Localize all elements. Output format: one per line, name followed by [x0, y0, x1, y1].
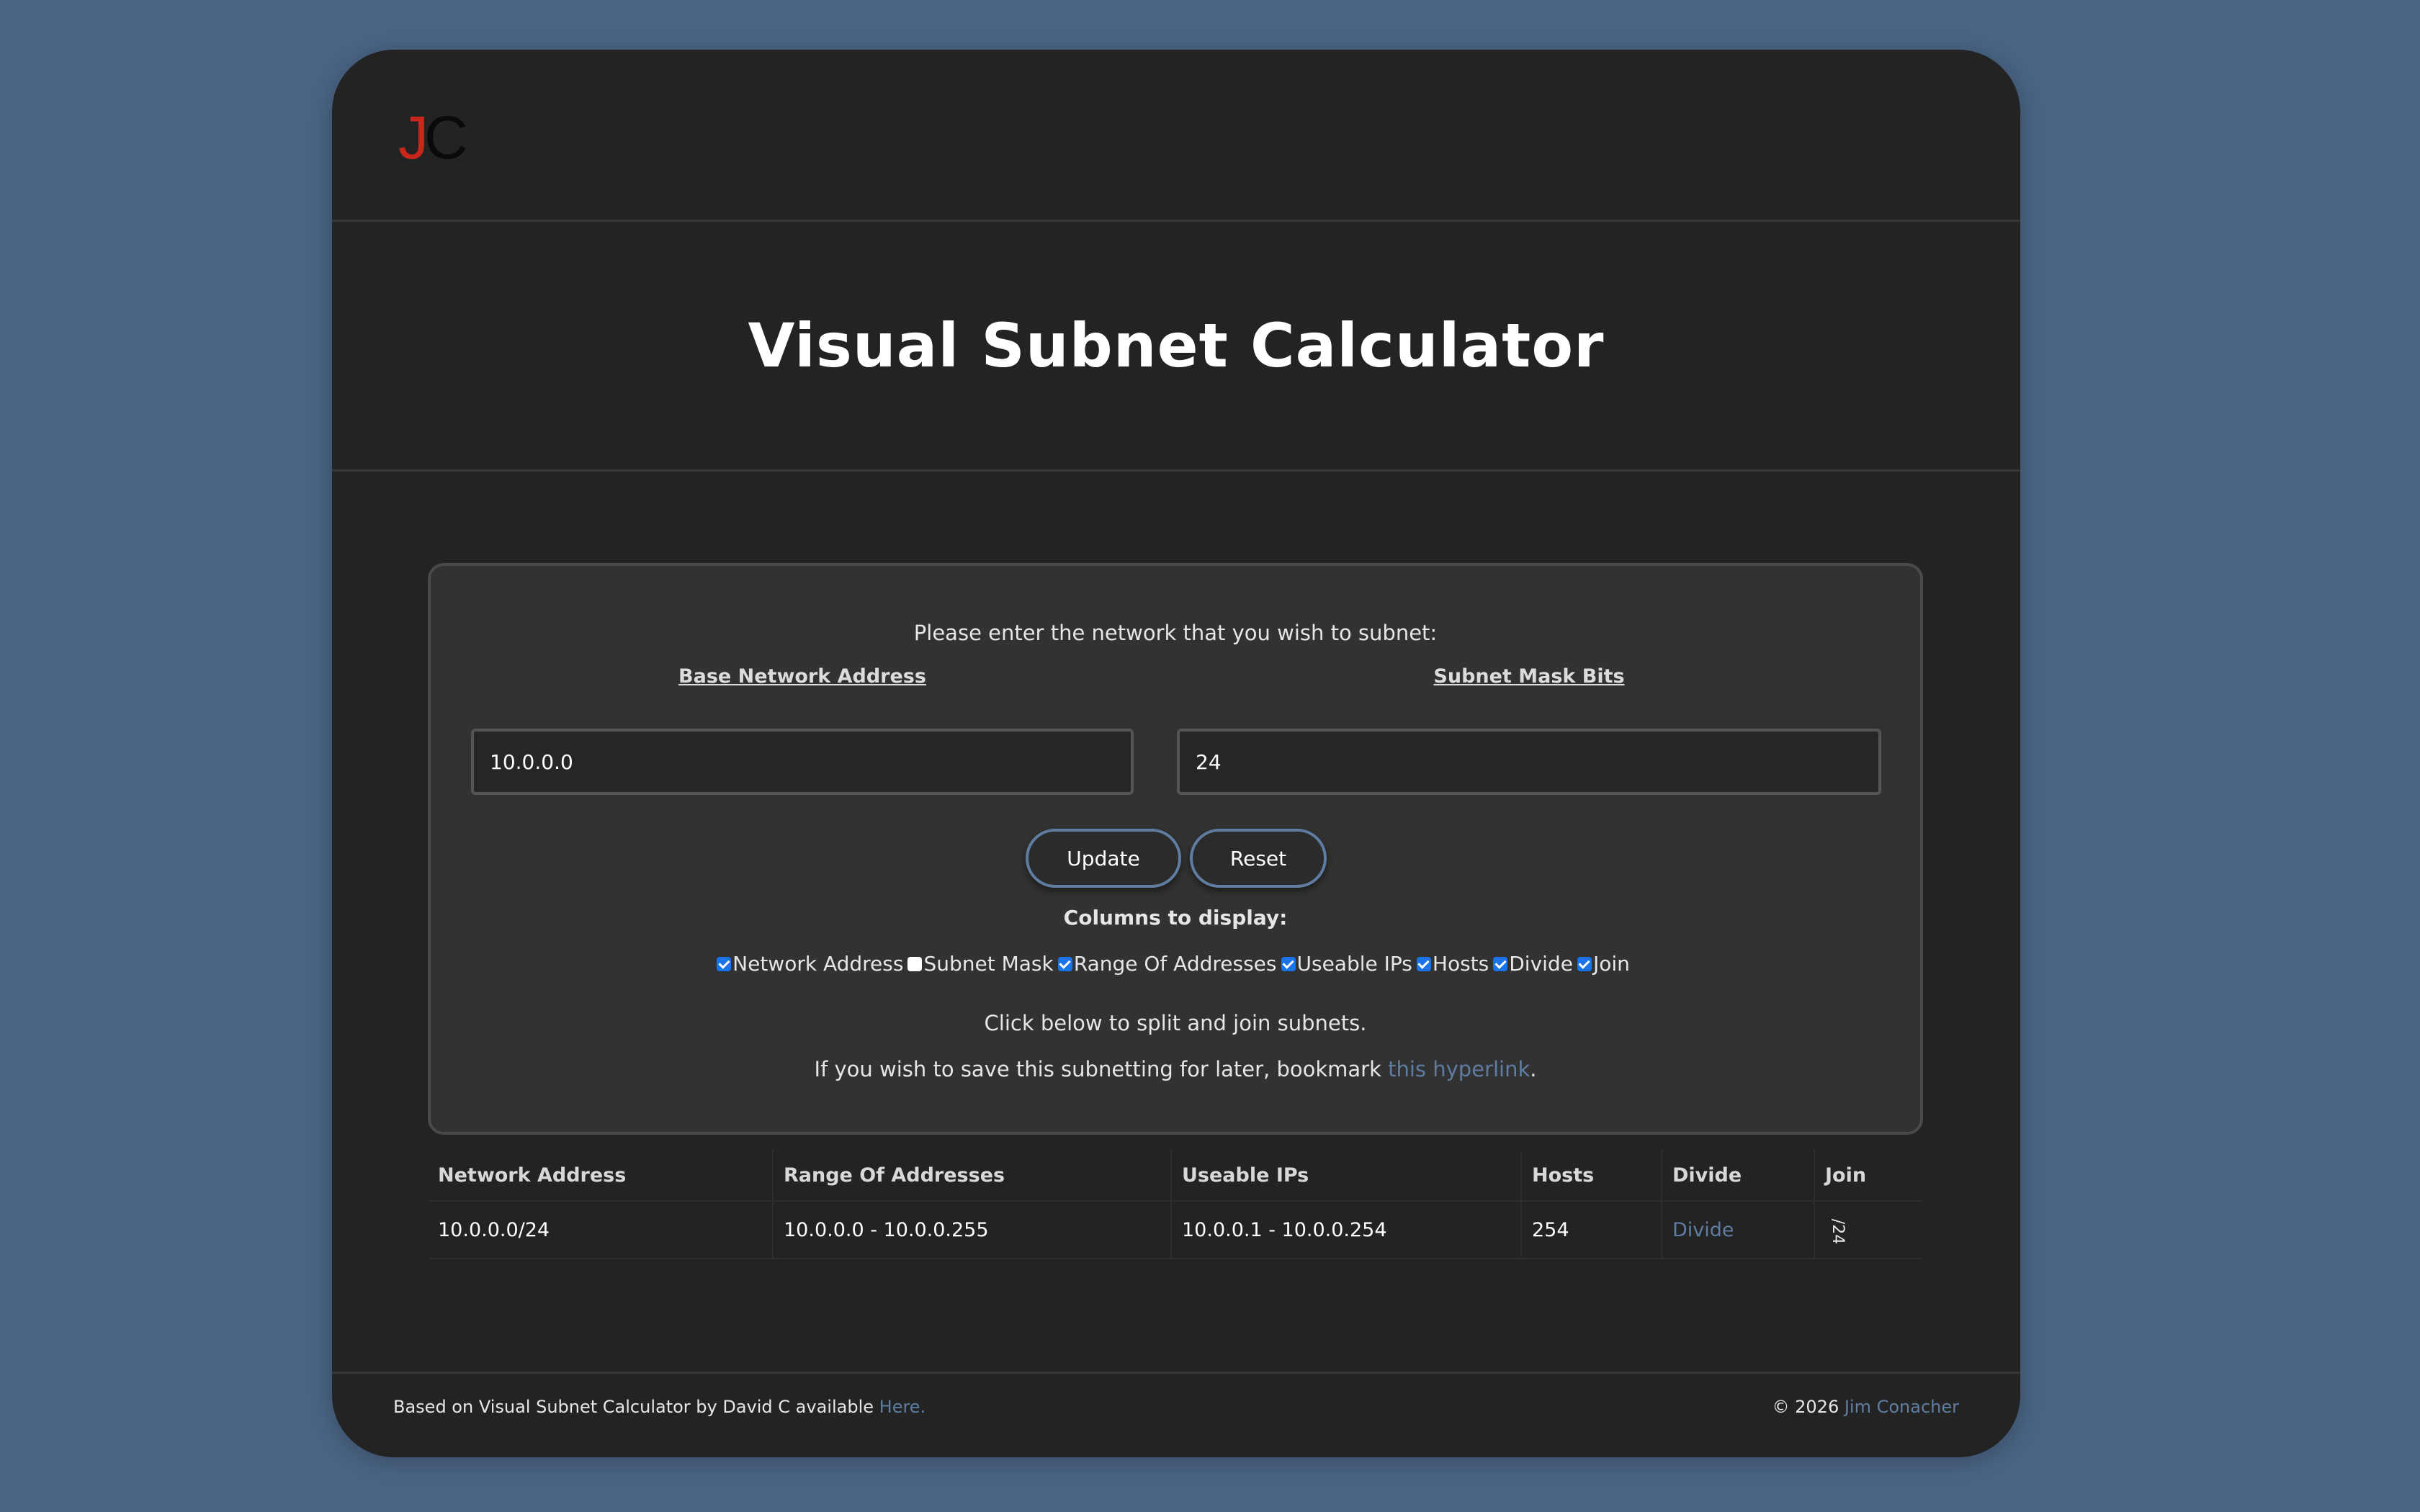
logo-letter-c: C: [424, 104, 468, 171]
bookmark-hyperlink[interactable]: this hyperlink: [1388, 1057, 1530, 1081]
column-toggle-label: Join: [1592, 952, 1630, 976]
subnet-table: Network Address Range Of Addresses Useab…: [428, 1150, 1923, 1259]
update-button[interactable]: Update: [1026, 829, 1181, 888]
split-join-hint: Click below to split and join subnets.: [984, 1011, 1367, 1035]
page-title: Visual Subnet Calculator: [748, 310, 1605, 381]
column-toggle-hosts[interactable]: Hosts: [1416, 952, 1489, 976]
columns-to-display-label: Columns to display:: [1063, 906, 1288, 930]
join-mask-label[interactable]: /24: [1829, 1218, 1847, 1243]
column-toggle-label: Useable IPs: [1296, 952, 1412, 976]
footer-here-link[interactable]: Here.: [879, 1397, 926, 1417]
checkbox[interactable]: [1577, 956, 1592, 971]
subnet-mask-bits-label: Subnet Mask Bits: [1433, 665, 1625, 688]
column-toggle-network-address[interactable]: Network Address: [717, 952, 903, 976]
column-toggle-label: Network Address: [732, 952, 904, 976]
main-card: JC Visual Subnet Calculator Please enter…: [332, 50, 2020, 1457]
column-toggle-range-of-addresses[interactable]: Range Of Addresses: [1057, 952, 1277, 976]
cell-range-of-addresses: 10.0.0.0 - 10.0.0.255: [773, 1201, 1172, 1259]
bookmark-hint-text: If you wish to save this subnetting for …: [814, 1057, 1389, 1081]
cell-useable-ips: 10.0.0.1 - 10.0.0.254: [1171, 1201, 1522, 1259]
header-join: Join: [1814, 1150, 1923, 1202]
checkbox[interactable]: [908, 956, 923, 971]
cell-network-address: 10.0.0.0/24: [428, 1201, 774, 1259]
column-toggle-label: Subnet Mask: [923, 952, 1054, 976]
site-logo[interactable]: JC: [398, 104, 468, 171]
footer-copyright: © 2026 Jim Conacher: [1773, 1397, 1960, 1417]
bookmark-hint-suffix: .: [1530, 1057, 1537, 1081]
footer-author-link[interactable]: Jim Conacher: [1845, 1397, 1959, 1417]
table-row: 10.0.0.0/24 10.0.0.0 - 10.0.0.255 10.0.0…: [428, 1201, 1923, 1259]
site-footer: Based on Visual Subnet Calculator by Dav…: [332, 1372, 2020, 1457]
reset-button[interactable]: Reset: [1190, 829, 1327, 888]
checkbox[interactable]: [1281, 956, 1296, 971]
column-toggle-subnet-mask[interactable]: Subnet Mask: [908, 952, 1054, 976]
logo-letter-j: J: [398, 104, 429, 171]
title-band: Visual Subnet Calculator: [332, 222, 2020, 472]
site-header: JC: [332, 50, 2020, 222]
subnet-mask-bits-input[interactable]: [1177, 729, 1881, 795]
cell-divide: Divide: [1662, 1201, 1815, 1259]
column-toggle-divide[interactable]: Divide: [1493, 952, 1573, 976]
column-toggle-label: Range Of Addresses: [1073, 952, 1277, 976]
footer-credit: Based on Visual Subnet Calculator by Dav…: [393, 1397, 926, 1417]
column-toggle-label: Hosts: [1432, 952, 1489, 976]
table-header-row: Network Address Range Of Addresses Useab…: [428, 1150, 1923, 1202]
header-useable-ips: Useable IPs: [1171, 1150, 1522, 1202]
checkbox[interactable]: [1493, 956, 1508, 971]
checkbox[interactable]: [1416, 956, 1431, 971]
bookmark-hint: If you wish to save this subnetting for …: [431, 1057, 1920, 1081]
base-network-label: Base Network Address: [678, 665, 926, 688]
divide-link[interactable]: Divide: [1672, 1219, 1734, 1241]
column-toggles: Network Address Subnet Mask Range Of Add…: [431, 952, 1920, 976]
checkbox[interactable]: [1057, 956, 1072, 971]
form-prompt: Please enter the network that you wish t…: [913, 621, 1438, 645]
column-toggle-label: Divide: [1509, 952, 1573, 976]
header-divide: Divide: [1662, 1150, 1815, 1202]
footer-credit-text: Based on Visual Subnet Calculator by Dav…: [393, 1397, 879, 1417]
column-toggle-join[interactable]: Join: [1577, 952, 1630, 976]
column-toggle-useable-ips[interactable]: Useable IPs: [1281, 952, 1412, 976]
subnet-form-panel: Please enter the network that you wish t…: [428, 563, 1923, 1135]
checkbox[interactable]: [717, 956, 732, 971]
base-network-input[interactable]: [471, 729, 1134, 795]
header-network-address: Network Address: [428, 1150, 774, 1202]
footer-copyright-text: © 2026: [1772, 1397, 1845, 1417]
header-range-of-addresses: Range Of Addresses: [773, 1150, 1172, 1202]
header-hosts: Hosts: [1521, 1150, 1662, 1202]
cell-hosts: 254: [1521, 1201, 1662, 1259]
cell-join[interactable]: /24: [1814, 1201, 1923, 1259]
